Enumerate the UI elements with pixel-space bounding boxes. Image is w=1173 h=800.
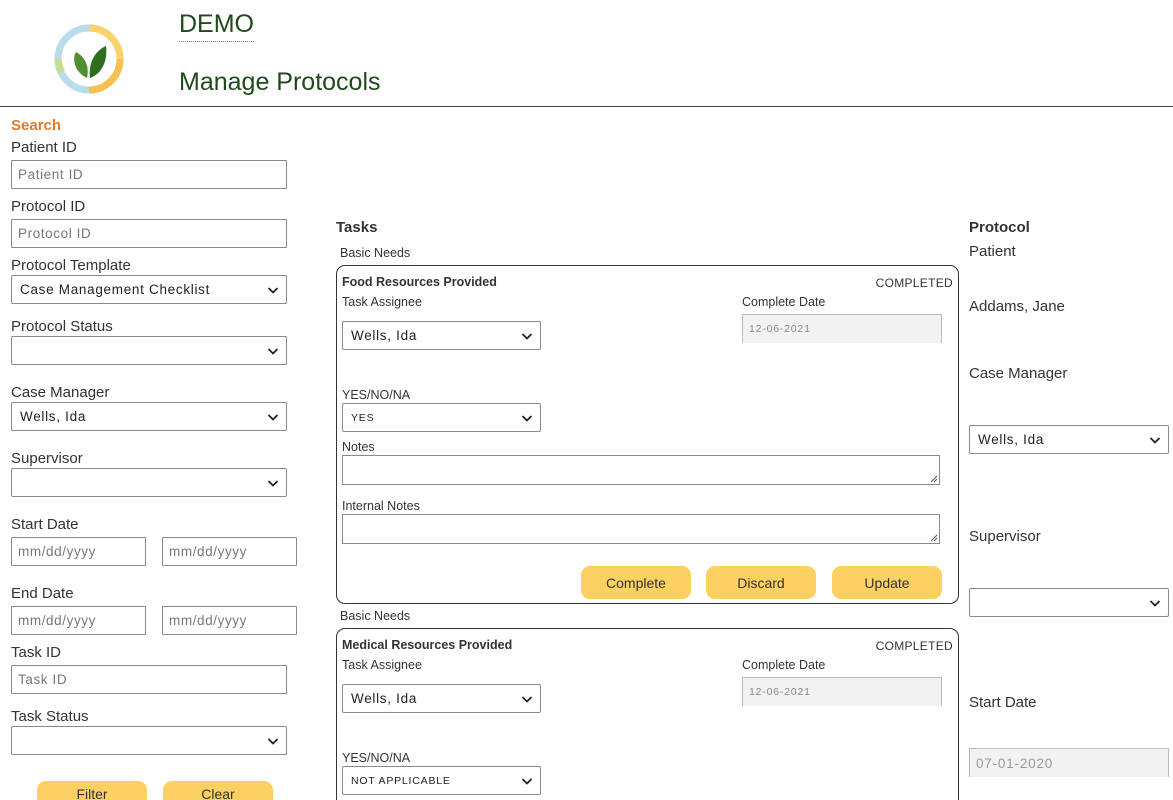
task-assignee-label: Task Assignee — [342, 658, 422, 672]
complete-date-field: 12-06-2021 — [742, 677, 942, 706]
protocol-status-label: Protocol Status — [11, 318, 113, 335]
protocol-heading: Protocol — [969, 219, 1030, 236]
end-date-label: End Date — [11, 585, 74, 602]
task-status-select[interactable] — [11, 726, 287, 755]
complete-date-label: Complete Date — [742, 658, 826, 672]
filter-button[interactable]: Filter — [37, 781, 147, 800]
page-title: Manage Protocols — [179, 68, 381, 96]
task-assignee-value: Wells, Ida — [351, 328, 418, 343]
case-manager-label: Case Manager — [11, 384, 110, 401]
brand-link[interactable]: DEMO — [179, 10, 254, 42]
task-status-badge: COMPLETED — [875, 639, 953, 653]
internal-notes-label: Internal Notes — [342, 499, 420, 513]
internal-notes-textarea[interactable] — [342, 514, 940, 544]
patient-id-label: Patient ID — [11, 139, 77, 156]
chevron-down-icon — [1149, 437, 1161, 444]
chevron-down-icon — [267, 480, 279, 487]
task-title: Medical Resources Provided — [342, 638, 513, 652]
patient-name: Addams, Jane — [969, 298, 1065, 315]
tasks-heading: Tasks — [336, 219, 378, 236]
update-button[interactable]: Update — [832, 566, 942, 599]
search-heading: Search — [11, 117, 62, 134]
clear-button[interactable]: Clear — [163, 781, 273, 800]
task-status-badge: COMPLETED — [875, 276, 953, 290]
notes-textarea[interactable] — [342, 455, 940, 485]
protocol-template-select[interactable]: Case Management Checklist — [11, 275, 287, 304]
chevron-down-icon — [521, 778, 533, 785]
protocol-supervisor-select[interactable] — [969, 588, 1169, 617]
answer-select[interactable]: NOT APPLICABLE — [342, 766, 541, 795]
resize-grip-icon[interactable] — [929, 533, 938, 542]
chevron-down-icon — [521, 333, 533, 340]
notes-label: Notes — [342, 440, 375, 454]
protocol-case-manager-label: Case Manager — [969, 365, 1068, 382]
task-group-label: Basic Needs — [340, 609, 411, 623]
answer-label: YES/NO/NA — [342, 388, 411, 402]
task-status-label: Task Status — [11, 708, 89, 725]
task-card-medical-resources: Medical Resources Provided COMPLETED Tas… — [336, 628, 959, 800]
supervisor-label: Supervisor — [11, 450, 83, 467]
protocol-id-input[interactable] — [11, 219, 287, 248]
chevron-down-icon — [267, 738, 279, 745]
task-assignee-label: Task Assignee — [342, 295, 422, 309]
leaf-logo-icon — [54, 24, 124, 94]
task-title: Food Resources Provided — [342, 275, 497, 289]
start-date-to-input[interactable] — [162, 537, 297, 566]
case-manager-value: Wells, Ida — [20, 409, 87, 424]
protocol-start-date-field: 07-01-2020 — [969, 748, 1169, 777]
end-date-to-input[interactable] — [162, 606, 297, 635]
task-assignee-select[interactable]: Wells, Ida — [342, 684, 541, 713]
protocol-supervisor-label: Supervisor — [969, 528, 1041, 545]
protocol-case-manager-select[interactable]: Wells, Ida — [969, 425, 1169, 454]
complete-date-field: 12-06-2021 — [742, 314, 942, 343]
complete-date-label: Complete Date — [742, 295, 826, 309]
chevron-down-icon — [521, 415, 533, 422]
task-card-food-resources: Food Resources Provided COMPLETED Task A… — [336, 265, 959, 604]
answer-value: NOT APPLICABLE — [351, 774, 451, 787]
task-assignee-select[interactable]: Wells, Ida — [342, 321, 541, 350]
resize-grip-icon[interactable] — [929, 474, 938, 483]
patient-label: Patient — [969, 243, 1016, 260]
discard-button[interactable]: Discard — [706, 566, 816, 599]
chevron-down-icon — [267, 287, 279, 294]
app-header: DEMO Manage Protocols — [0, 0, 1173, 107]
answer-value: YES — [351, 411, 375, 424]
task-id-label: Task ID — [11, 644, 62, 661]
protocol-case-manager-value: Wells, Ida — [978, 432, 1045, 447]
task-assignee-value: Wells, Ida — [351, 691, 418, 706]
start-date-from-input[interactable] — [11, 537, 146, 566]
protocol-start-date-label: Start Date — [969, 694, 1037, 711]
answer-label: YES/NO/NA — [342, 751, 411, 765]
chevron-down-icon — [267, 348, 279, 355]
start-date-label: Start Date — [11, 516, 79, 533]
supervisor-select[interactable] — [11, 468, 287, 497]
protocol-template-label: Protocol Template — [11, 257, 131, 274]
answer-select[interactable]: YES — [342, 403, 541, 432]
protocol-status-select[interactable] — [11, 336, 287, 365]
chevron-down-icon — [267, 414, 279, 421]
end-date-from-input[interactable] — [11, 606, 146, 635]
protocol-template-value: Case Management Checklist — [20, 282, 211, 297]
task-id-input[interactable] — [11, 665, 287, 694]
complete-button[interactable]: Complete — [581, 566, 691, 599]
patient-id-input[interactable] — [11, 160, 287, 189]
protocol-id-label: Protocol ID — [11, 198, 86, 215]
task-group-label: Basic Needs — [340, 246, 411, 260]
chevron-down-icon — [521, 696, 533, 703]
chevron-down-icon — [1149, 600, 1161, 607]
case-manager-select[interactable]: Wells, Ida — [11, 402, 287, 431]
